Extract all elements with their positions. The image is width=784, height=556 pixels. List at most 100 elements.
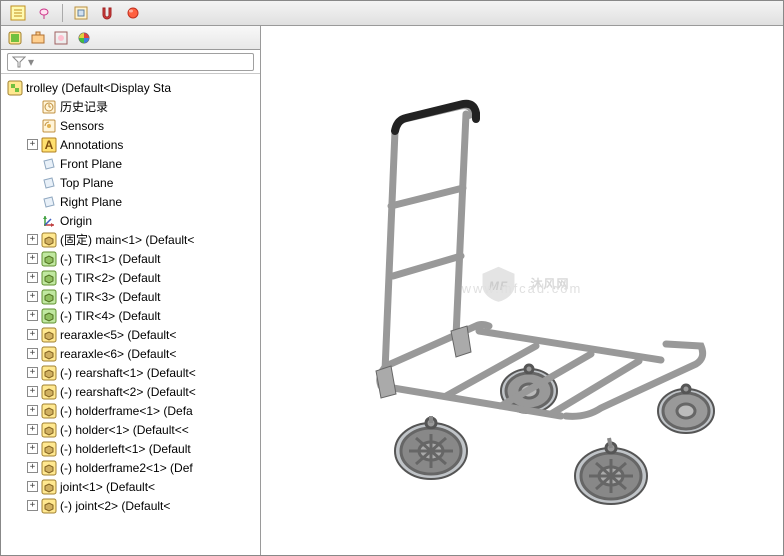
tree-item-label: (-) TIR<4> (Default	[60, 309, 160, 323]
expand-icon[interactable]: +	[27, 139, 38, 150]
part-y-icon	[41, 441, 57, 457]
tree-root[interactable]: trolley (Default<Display Sta	[3, 78, 258, 97]
tree-item[interactable]: + (-) joint<2> (Default<	[3, 496, 258, 515]
tab-configuration-manager[interactable]	[51, 29, 71, 47]
part-g-icon	[41, 270, 57, 286]
tree-item[interactable]: +(固定) main<1> (Default<	[3, 230, 258, 249]
tree-item[interactable]: + (-) holderframe<1> (Defa	[3, 401, 258, 420]
tree-item-label: Front Plane	[60, 157, 122, 171]
tab-feature-tree[interactable]	[5, 29, 25, 47]
tree-item[interactable]: + (-) rearshaft<1> (Default<	[3, 363, 258, 382]
tab-display-manager[interactable]	[74, 29, 94, 47]
assembly-icon	[7, 80, 23, 96]
expand-icon[interactable]: +	[27, 424, 38, 435]
tree-item[interactable]: Right Plane	[3, 192, 258, 211]
annotations-icon: A	[41, 137, 57, 153]
tree-root-label: trolley (Default<Display Sta	[26, 81, 171, 95]
tab-property-manager[interactable]	[28, 29, 48, 47]
part-g-icon	[41, 308, 57, 324]
tree-item-label: Origin	[60, 214, 92, 228]
tree-item-label: rearaxle<6> (Default<	[60, 347, 176, 361]
tree-item-label: (-) TIR<1> (Default	[60, 252, 160, 266]
expand-icon[interactable]: +	[27, 253, 38, 264]
part-y-icon	[41, 232, 57, 248]
tree-item-label: Right Plane	[60, 195, 122, 209]
tree-item-label: (-) holder<1> (Default<<	[60, 423, 189, 437]
tree-item[interactable]: +(-) TIR<3> (Default	[3, 287, 258, 306]
filter-input[interactable]: ▾	[7, 53, 254, 71]
part-y-icon	[41, 384, 57, 400]
tree-item[interactable]: +rearaxle<5> (Default<	[3, 325, 258, 344]
history-icon	[41, 99, 57, 115]
expand-icon[interactable]: +	[27, 291, 38, 302]
origin-icon	[41, 213, 57, 229]
expand-icon[interactable]: +	[27, 348, 38, 359]
expand-icon[interactable]: +	[27, 272, 38, 283]
tree-item[interactable]: + rearaxle<6> (Default<	[3, 344, 258, 363]
tree-item-label: Sensors	[60, 119, 104, 133]
sphere-button[interactable]	[122, 3, 144, 23]
tree-item-label: (-) holderleft<1> (Default	[60, 442, 191, 456]
part-y-icon	[41, 327, 57, 343]
tree-item-label: Annotations	[60, 138, 123, 152]
tree-item-label: (-) TIR<2> (Default	[60, 271, 160, 285]
expand-icon[interactable]: +	[27, 310, 38, 321]
settings-button[interactable]	[70, 3, 92, 23]
plane-icon	[41, 194, 57, 210]
plane-icon	[41, 156, 57, 172]
expand-icon[interactable]: +	[27, 386, 38, 397]
expand-icon[interactable]: +	[27, 481, 38, 492]
tree-item-label: (-) joint<2> (Default<	[60, 499, 170, 513]
tree-item[interactable]: Sensors	[3, 116, 258, 135]
tree-item-label: Top Plane	[60, 176, 113, 190]
tree-item[interactable]: + A Annotations	[3, 135, 258, 154]
tree-item[interactable]: + (-) holderframe2<1> (Def	[3, 458, 258, 477]
tree-item[interactable]: + (-) TIR<2> (Default	[3, 268, 258, 287]
tree-item[interactable]: + (-) holder<1> (Default<<	[3, 420, 258, 439]
expand-icon[interactable]: +	[27, 443, 38, 454]
filter-icon	[12, 56, 26, 68]
tree-item[interactable]: 历史记录	[3, 97, 258, 116]
tree-item[interactable]: Origin	[3, 211, 258, 230]
tree-item[interactable]: + (-) TIR<4> (Default	[3, 306, 258, 325]
trolley-model	[291, 76, 761, 526]
expand-icon[interactable]: +	[27, 234, 38, 245]
part-y-icon	[41, 422, 57, 438]
plane-icon	[41, 175, 57, 191]
tree-item-label: (-) rearshaft<2> (Default<	[60, 385, 196, 399]
tree-item-label: (-) holderframe2<1> (Def	[60, 461, 193, 475]
tree-item-label: (-) holderframe<1> (Defa	[60, 404, 193, 418]
sensors-icon	[41, 118, 57, 134]
tree-item[interactable]: + (-) rearshaft<2> (Default<	[3, 382, 258, 401]
feature-tree[interactable]: trolley (Default<Display Sta 历史记录 Sensors…	[1, 74, 260, 555]
part-y-icon	[41, 498, 57, 514]
tree-item[interactable]: + joint<1> (Default<	[3, 477, 258, 496]
feature-manager-panel: ▾ trolley (Default<Display Sta 历史记录 Senso…	[1, 26, 261, 555]
expand-icon[interactable]: +	[27, 405, 38, 416]
panel-tabs	[1, 26, 260, 50]
tree-item[interactable]: Top Plane	[3, 173, 258, 192]
expand-icon[interactable]: +	[27, 329, 38, 340]
part-y-icon	[41, 365, 57, 381]
part-g-icon	[41, 251, 57, 267]
part-y-icon	[41, 346, 57, 362]
expand-icon[interactable]: +	[27, 500, 38, 511]
tree-item-label: 历史记录	[60, 98, 108, 115]
tree-item[interactable]: + (-) TIR<1> (Default	[3, 249, 258, 268]
toolbar-divider	[62, 4, 63, 22]
magnet-button[interactable]	[96, 3, 118, 23]
svg-text:A: A	[45, 138, 54, 152]
expand-icon[interactable]: +	[27, 462, 38, 473]
tree-item-label: joint<1> (Default<	[60, 480, 155, 494]
filter-bar: ▾	[1, 50, 260, 74]
balloon-button[interactable]	[33, 3, 55, 23]
options-button[interactable]	[7, 3, 29, 23]
top-toolbar	[1, 1, 783, 26]
3d-viewport[interactable]: MF 沐风网 www.mfcad.com	[261, 26, 783, 555]
part-y-icon	[41, 403, 57, 419]
expand-icon[interactable]: +	[27, 367, 38, 378]
tree-item[interactable]: + (-) holderleft<1> (Default	[3, 439, 258, 458]
tree-item[interactable]: Front Plane	[3, 154, 258, 173]
part-y-icon	[41, 479, 57, 495]
tree-item-label: (-) rearshaft<1> (Default<	[60, 366, 196, 380]
